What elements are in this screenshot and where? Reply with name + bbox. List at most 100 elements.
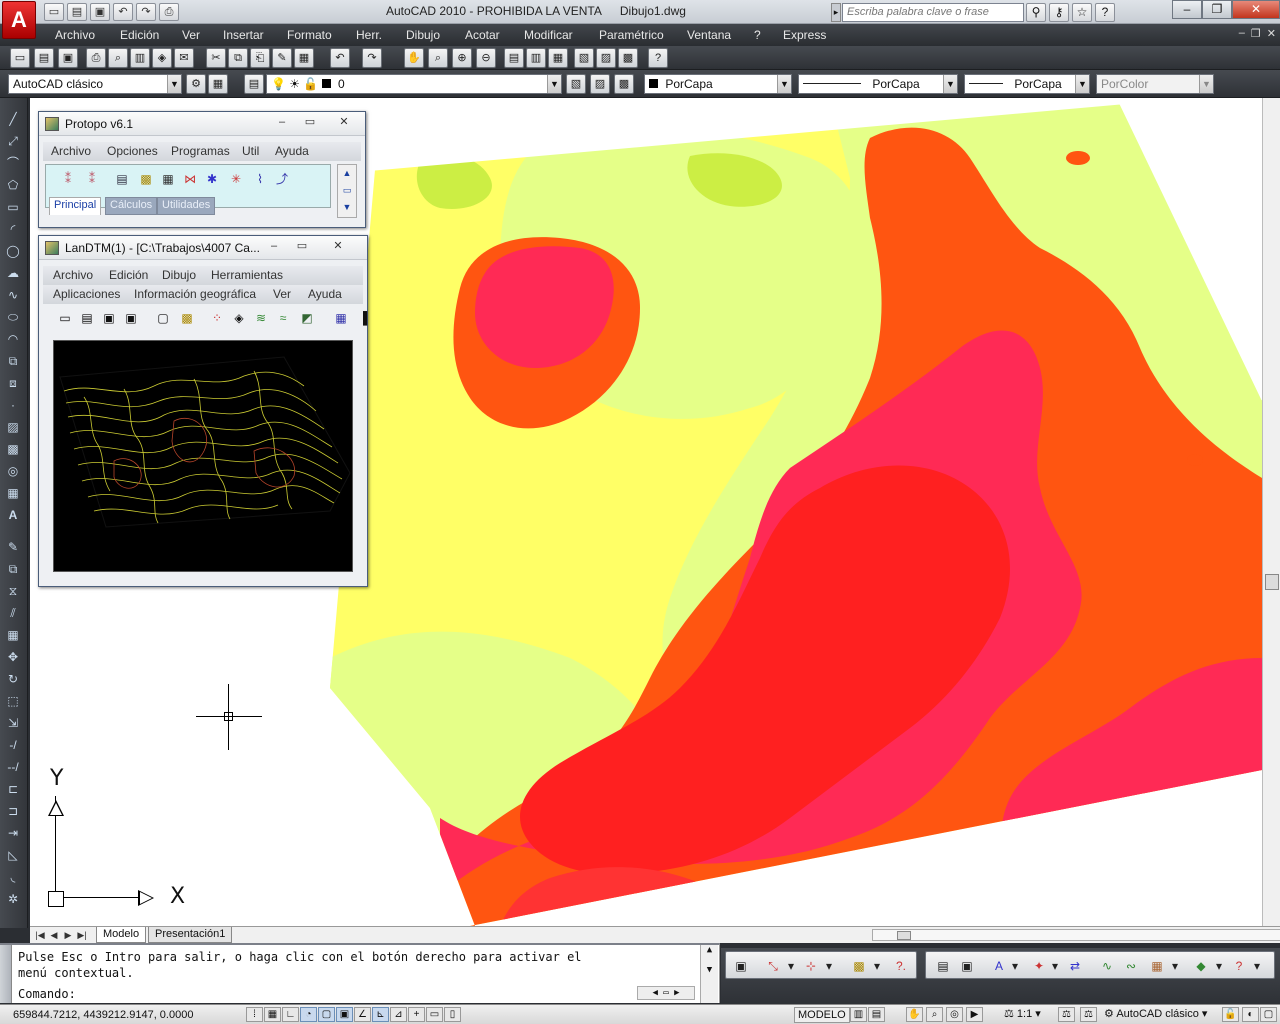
move-icon[interactable]: ✥ (4, 648, 22, 666)
print-icon[interactable]: ⎙ (86, 48, 106, 68)
command-line-handle[interactable] (0, 945, 12, 1003)
chevron-down-icon[interactable]: ▾ (1006, 957, 1024, 975)
protopo-tab-utilidades[interactable]: Utilidades (157, 197, 216, 215)
zoom-realtime-icon[interactable]: ⌕ (428, 48, 448, 68)
texture-icon[interactable]: ▩ (179, 310, 195, 326)
window-icon[interactable]: ▢ (155, 310, 171, 326)
slopes-icon[interactable]: ⌇ (252, 171, 268, 187)
save-small-icon[interactable]: ▣ (732, 957, 750, 975)
layer-manager-icon[interactable]: ▤ (244, 74, 264, 94)
tab-presentacion1[interactable]: Presentación1 (148, 927, 233, 943)
break-at-point-icon[interactable]: ⊏ (4, 780, 22, 798)
prev-tab-icon[interactable]: ◀ (48, 928, 60, 942)
3d-object-snap-icon[interactable]: ▣ (336, 1007, 353, 1022)
properties-icon[interactable]: ▤ (504, 48, 524, 68)
region-icon[interactable]: ◎ (4, 462, 22, 480)
dynamic-ucs-icon[interactable]: ⊾ (372, 1007, 389, 1022)
polygon-icon[interactable]: ⬠ (4, 176, 22, 194)
array-icon[interactable]: ▦ (4, 626, 22, 644)
new-doc-icon[interactable]: ▭ (57, 310, 73, 326)
doc-minimize-icon[interactable]: – (1239, 27, 1245, 40)
layer-select[interactable]: 💡 ☀ 🔓 0 ▼ (266, 74, 562, 94)
tab-modelo[interactable]: Modelo (96, 927, 147, 943)
lineweight-icon[interactable]: + (408, 1007, 425, 1022)
redo-icon[interactable]: ↷ (136, 3, 156, 21)
menu-express[interactable]: Express (783, 28, 826, 42)
point-icon[interactable]: · (4, 396, 22, 414)
arc-icon[interactable]: ◜ (4, 220, 22, 238)
close-button[interactable]: ✕ (1232, 0, 1280, 19)
rotate-icon[interactable]: ↻ (4, 670, 22, 688)
terrain-model-icon[interactable]: ◆ (1192, 957, 1210, 975)
landtm-menu-archivo[interactable]: Archivo (53, 268, 93, 282)
contour-lines-2-icon[interactable]: ≈ (275, 310, 291, 326)
protopo-menu-util[interactable]: Util (242, 144, 259, 158)
mirror-icon[interactable]: ⧖ (4, 582, 22, 600)
lineweight-select[interactable]: PorCapa ▼ (964, 74, 1090, 94)
menu-ver[interactable]: Ver (182, 28, 200, 42)
3d-dwf-icon[interactable]: ◈ (152, 48, 172, 68)
copy-icon[interactable]: ⧉ (228, 48, 248, 68)
grid-mesh-icon[interactable]: ▦ (333, 310, 349, 326)
steering-wheel-icon[interactable]: ◎ (946, 1007, 963, 1022)
save-doc-icon[interactable]: ▣ (101, 310, 117, 326)
calculator-icon[interactable]: ▩ (618, 48, 638, 68)
protopo-minimize-button[interactable]: – (271, 115, 293, 132)
spline-icon[interactable]: ∿ (4, 286, 22, 304)
menu-ventana[interactable]: Ventana (687, 28, 731, 42)
contours-icon[interactable]: ▩ (138, 171, 154, 187)
menu-acotar[interactable]: Acotar (465, 28, 500, 42)
landtm-menu-dibujo[interactable]: Dibujo (162, 268, 196, 282)
save-small-2-icon[interactable]: ▣ (958, 957, 976, 975)
pan-status-icon[interactable]: ✋ (906, 1007, 923, 1022)
toolbar-lock-icon[interactable]: 🔓 (1222, 1007, 1239, 1022)
color-select[interactable]: PorCapa ▼ (644, 74, 792, 94)
save-icon[interactable]: ▣ (90, 3, 110, 21)
help-red-icon[interactable]: ? (1230, 957, 1248, 975)
model-space-toggle[interactable]: MODELO (794, 1007, 850, 1023)
more-tools-icon[interactable]: ▐ (355, 310, 371, 326)
join-icon[interactable]: ⇥ (4, 824, 22, 842)
layer-previous-icon[interactable]: ▨ (590, 74, 610, 94)
paste-icon[interactable]: ⎗ (250, 48, 270, 68)
workspace-switch[interactable]: ⚙ AutoCAD clásico ▾ (1104, 1007, 1207, 1020)
protopo-tab-calculos[interactable]: Cálculos (105, 197, 158, 215)
make-current-layer-icon[interactable]: ▧ (566, 74, 586, 94)
scroll-up-icon[interactable]: ▲ (338, 165, 356, 182)
revision-cloud-icon[interactable]: ☁ (4, 264, 22, 282)
profile-icon[interactable]: ▤ (114, 171, 130, 187)
points-edit-icon[interactable]: ⁑ (84, 171, 100, 187)
chevron-down-icon[interactable]: ▾ (1166, 957, 1184, 975)
open-file-icon[interactable]: ▤ (34, 48, 54, 68)
coordinate-readout[interactable]: 659844.7212, 4439212.9147, 0.0000 (13, 1009, 193, 1021)
selection-cycling-icon[interactable]: ▯ (444, 1007, 461, 1022)
construction-line-icon[interactable]: ⤢ (4, 132, 22, 150)
offset-icon[interactable]: ⫽ (4, 604, 22, 622)
polar-tracking-icon[interactable]: ◔ (300, 1007, 317, 1022)
minimize-button[interactable]: – (1172, 0, 1202, 19)
chevron-down-icon[interactable]: ▾ (1210, 957, 1228, 975)
plotstyle-select[interactable]: PorColor ▼ (1096, 74, 1214, 94)
landtm-titlebar[interactable]: LanDTM(1) - [C:\Trabajos\4007 Ca... – ▭ … (39, 236, 367, 260)
trim-icon[interactable]: -/ (4, 736, 22, 754)
isolate-objects-icon[interactable]: ◐ (1242, 1007, 1259, 1022)
open-icon[interactable]: ▤ (67, 3, 87, 21)
last-tab-icon[interactable]: ▶| (76, 928, 88, 942)
open-small-icon[interactable]: ▤ (934, 957, 952, 975)
binoculars-icon[interactable]: ⚲ (1026, 3, 1046, 22)
grid-display-icon[interactable]: ▦ (264, 1007, 281, 1022)
landtm-maximize-button[interactable]: ▭ (291, 239, 313, 256)
chevron-down-icon[interactable]: ▾ (868, 957, 886, 975)
help-tool-icon[interactable]: ? (648, 48, 668, 68)
clean-screen-icon[interactable]: ▢ (1260, 1007, 1277, 1022)
search-expand-icon[interactable]: ▸ (831, 3, 841, 22)
menu-formato[interactable]: Formato (287, 28, 332, 42)
quick-properties-icon[interactable]: ▭ (426, 1007, 443, 1022)
doc-close-icon[interactable]: ✕ (1267, 27, 1276, 40)
workspace-settings-icon[interactable]: ⚙ (186, 74, 206, 94)
gradient-icon[interactable]: ▩ (4, 440, 22, 458)
rectangle-icon[interactable]: ▭ (4, 198, 22, 216)
landtm-menu-info-geografica[interactable]: Información geográfica (134, 287, 256, 301)
match-properties-icon[interactable]: ✎ (272, 48, 292, 68)
menu-parametrico[interactable]: Paramétrico (599, 28, 664, 42)
